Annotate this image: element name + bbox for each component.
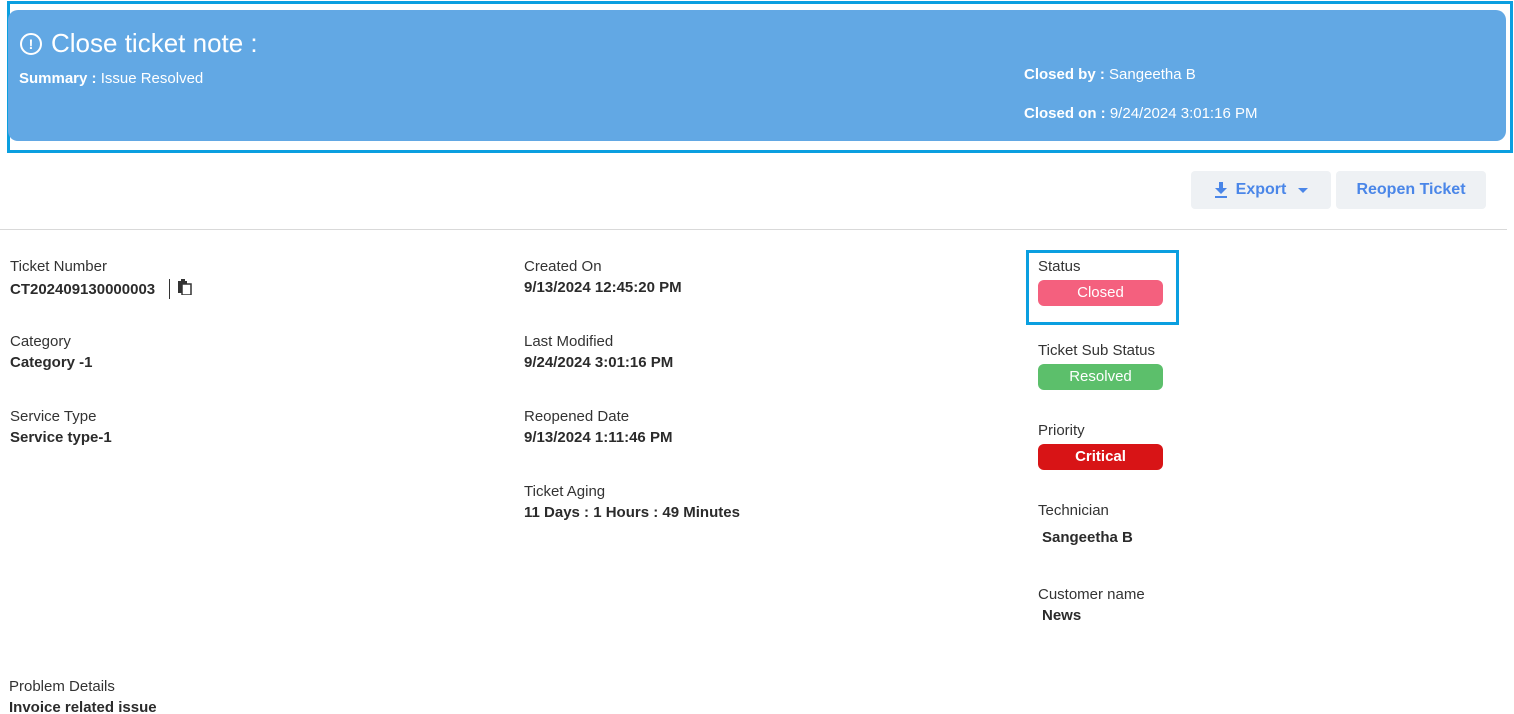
closed-on-label: Closed on : xyxy=(1024,105,1106,122)
technician-value: Sangeetha B xyxy=(1042,529,1133,546)
service-type-field: Service Type Service type-1 xyxy=(10,408,112,446)
export-label: Export xyxy=(1235,181,1287,198)
copy-icon[interactable] xyxy=(178,279,192,299)
problem-details-field: Problem Details Invoice related issue xyxy=(9,678,157,714)
closed-by-value: Sangeetha B xyxy=(1109,66,1196,83)
last-modified-field: Last Modified 9/24/2024 3:01:16 PM xyxy=(524,333,673,371)
download-icon xyxy=(1214,182,1228,198)
sub-status-label: Ticket Sub Status xyxy=(1038,342,1155,359)
category-field: Category Category -1 xyxy=(10,333,93,371)
ticket-aging-label: Ticket Aging xyxy=(524,483,606,500)
close-note-closed-by: Closed by : Sangeetha B xyxy=(1024,66,1196,83)
problem-details-label: Problem Details xyxy=(9,678,115,695)
close-ticket-note: ! Close ticket note : Summary : Issue Re… xyxy=(8,10,1506,141)
status-label: Status xyxy=(1038,258,1081,275)
technician-field: Technician Sangeetha B xyxy=(1038,502,1133,546)
reopened-date-label: Reopened Date xyxy=(524,408,630,425)
alert-circle-icon: ! xyxy=(20,32,42,55)
priority-badge: Critical xyxy=(1038,444,1163,470)
reopen-ticket-button[interactable]: Reopen Ticket xyxy=(1336,171,1486,209)
priority-field: Priority Critical xyxy=(1038,422,1163,470)
category-value: Category -1 xyxy=(10,354,93,371)
close-note-closed-on: Closed on : 9/24/2024 3:01:16 PM xyxy=(1024,105,1257,122)
ticket-number-value: CT202409130000003 xyxy=(10,280,156,298)
copy-separator xyxy=(169,279,171,299)
section-divider xyxy=(0,229,1507,230)
problem-details-value: Invoice related issue xyxy=(9,699,157,714)
customer-name-value: News xyxy=(1042,607,1082,624)
close-note-title: ! Close ticket note : xyxy=(20,28,258,59)
created-on-value: 9/13/2024 12:45:20 PM xyxy=(524,279,682,296)
technician-label: Technician xyxy=(1038,502,1109,519)
last-modified-value: 9/24/2024 3:01:16 PM xyxy=(524,354,674,371)
service-type-label: Service Type xyxy=(10,408,97,425)
closed-by-label: Closed by : xyxy=(1024,66,1105,83)
ticket-number-label: Ticket Number xyxy=(10,258,107,275)
status-badge: Closed xyxy=(1038,280,1163,306)
ticket-number-row: CT202409130000003 xyxy=(10,279,192,299)
reopened-date-value: 9/13/2024 1:11:46 PM xyxy=(524,429,673,446)
sub-status-field: Ticket Sub Status Resolved xyxy=(1038,342,1163,390)
reopened-date-field: Reopened Date 9/13/2024 1:11:46 PM xyxy=(524,408,672,446)
category-label: Category xyxy=(10,333,71,350)
export-button[interactable]: Export xyxy=(1191,171,1331,209)
summary-value: Issue Resolved xyxy=(100,70,204,87)
service-type-value: Service type-1 xyxy=(10,429,112,446)
customer-name-field: Customer name News xyxy=(1038,586,1145,624)
closed-on-value: 9/24/2024 3:01:16 PM xyxy=(1109,105,1258,122)
customer-name-label: Customer name xyxy=(1038,586,1145,603)
sub-status-badge: Resolved xyxy=(1038,364,1163,390)
summary-label: Summary : xyxy=(19,70,97,87)
close-note-title-text: Close ticket note : xyxy=(51,28,258,58)
close-note-summary: Summary : Issue Resolved xyxy=(19,70,203,87)
ticket-aging-field: Ticket Aging 11 Days : 1 Hours : 49 Minu… xyxy=(524,483,740,521)
ticket-number-field: Ticket Number CT202409130000003 xyxy=(10,258,192,299)
created-on-field: Created On 9/13/2024 12:45:20 PM xyxy=(524,258,682,296)
created-on-label: Created On xyxy=(524,258,602,275)
priority-label: Priority xyxy=(1038,422,1085,439)
chevron-down-icon xyxy=(1298,187,1309,193)
last-modified-label: Last Modified xyxy=(524,333,614,350)
ticket-aging-value: 11 Days : 1 Hours : 49 Minutes xyxy=(524,504,740,521)
status-field: Status Closed xyxy=(1038,258,1163,306)
